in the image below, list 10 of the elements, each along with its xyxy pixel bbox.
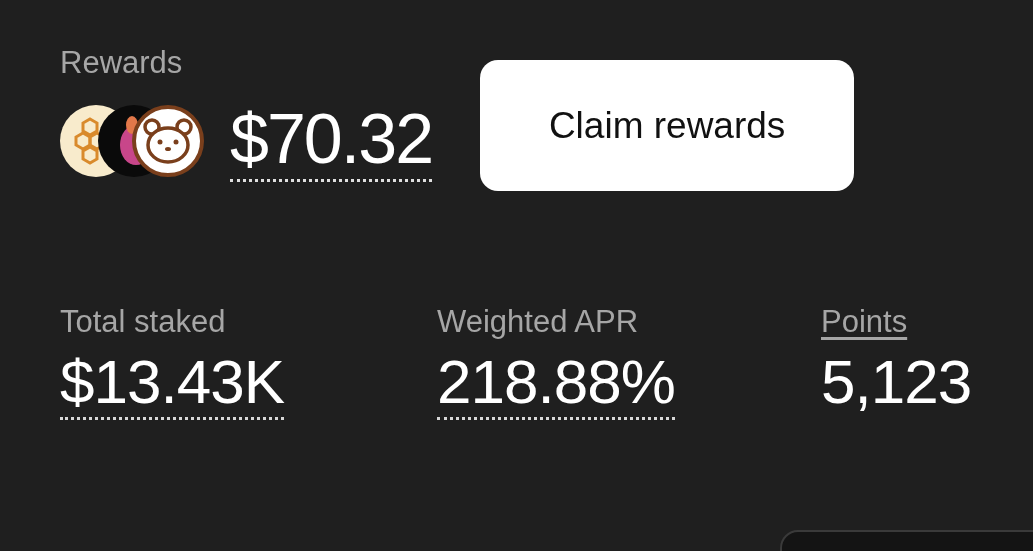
rewards-amount: $70.32 (230, 99, 433, 182)
stat-value: 218.88% (437, 347, 675, 420)
rewards-label: Rewards (60, 44, 184, 82)
stat-value: $13.43K (60, 347, 284, 420)
claim-rewards-button[interactable]: Claim rewards (480, 60, 855, 191)
stat-value: 5,123 (821, 347, 972, 417)
bear-token-icon (132, 104, 204, 177)
stat-link[interactable]: Points (821, 303, 908, 341)
stat-label: Weighted APR (437, 303, 639, 341)
stat-label: Total staked (60, 303, 226, 341)
